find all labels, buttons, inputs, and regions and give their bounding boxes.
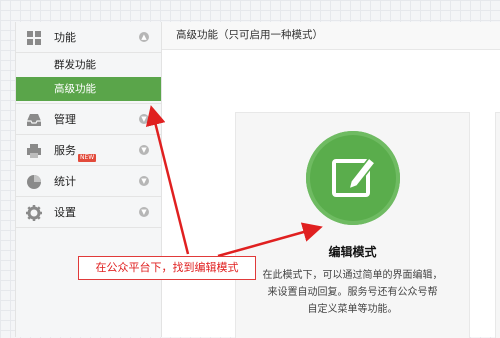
next-mode-card[interactable]: [495, 112, 500, 338]
edit-mode-card[interactable]: 编辑模式 在此模式下，可以通过简单的界面编辑， 来设置自动回复。服务号还有公众号…: [235, 112, 470, 338]
sidebar-section-manage[interactable]: 管理 ▼: [16, 104, 162, 135]
edit-mode-icon[interactable]: [306, 131, 400, 225]
sidebar-section-label: 统计: [54, 175, 76, 188]
chevron-down-icon[interactable]: ▼: [139, 207, 149, 217]
gear-icon: [26, 205, 42, 221]
card-description-line: 来设置自动回复。服务号还有公众号帮: [267, 287, 438, 298]
sidebar-section-settings[interactable]: 设置 ▼: [16, 197, 162, 228]
card-description-line: 在此模式下，可以通过简单的界面编辑，: [262, 270, 443, 281]
page-title: 高级功能（只可启用一种模式）: [162, 22, 500, 50]
sidebar-section-label: 设置: [54, 206, 76, 219]
annotation-callout: 在公众平台下，找到编辑模式: [78, 256, 256, 280]
sidebar-section-label: 管理: [54, 113, 76, 126]
card-title: 编辑模式: [328, 245, 377, 259]
chevron-down-icon[interactable]: ▼: [139, 114, 149, 124]
sidebar-section-statistics[interactable]: 统计 ▼: [16, 166, 162, 197]
pie-chart-icon: [27, 175, 41, 189]
card-description-line: 自定义菜单等功能。: [307, 304, 398, 315]
chevron-down-icon[interactable]: ▼: [139, 176, 149, 186]
chevron-up-icon[interactable]: ▲: [139, 32, 149, 42]
services-label: 服务: [54, 144, 76, 157]
grid-icon: [27, 31, 41, 45]
sidebar-section-label: 功能: [54, 31, 76, 44]
main-panel: 高级功能（只可启用一种模式） 编辑模式 在此模式下，可以通过简单的界面编辑， 来…: [161, 22, 500, 338]
card-description: 在此模式下，可以通过简单的界面编辑， 来设置自动回复。服务号还有公众号帮 自定义…: [246, 267, 459, 318]
sidebar-item-advanced[interactable]: 高级功能: [16, 77, 162, 101]
sidebar-item-mass-send[interactable]: 群发功能: [16, 53, 162, 77]
sidebar-section-services[interactable]: 服务NEW ▼: [16, 135, 162, 166]
sidebar-section-label: 服务NEW: [54, 143, 97, 162]
pencil-square-icon: [332, 156, 377, 197]
inbox-icon: [27, 114, 41, 126]
new-badge: NEW: [78, 154, 97, 162]
sidebar-section-features[interactable]: 功能 ▲: [16, 22, 162, 53]
sidebar: 功能 ▲ 群发功能 高级功能 管理 ▼ 服务NEW ▼ 统计 ▼ 设置 ▼: [15, 22, 162, 337]
printer-icon: [27, 144, 41, 158]
chevron-down-icon[interactable]: ▼: [139, 145, 149, 155]
